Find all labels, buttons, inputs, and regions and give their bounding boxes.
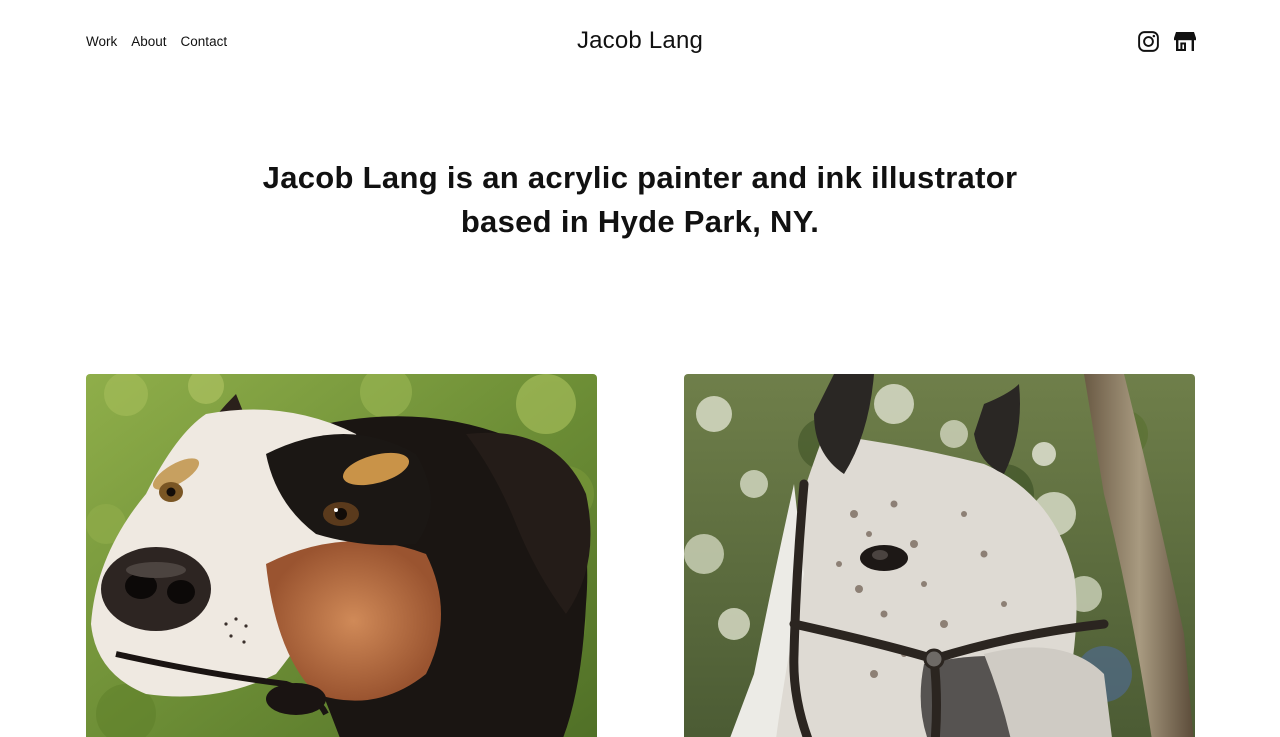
site-title[interactable]: Jacob Lang [577,27,703,54]
dog-painting-image [86,374,597,737]
shop-link[interactable] [1173,30,1196,53]
nav-link-about[interactable]: About [131,34,166,49]
instagram-link[interactable] [1137,30,1160,53]
intro-line-2: based in Hyde Park, NY. [460,204,820,239]
page: Work About Contact Jacob Lang Jacob Lang… [0,0,1280,737]
social-links [1137,30,1196,53]
intro-line-1: Jacob Lang is an acrylic painter and ink… [262,160,1018,195]
gallery-item-dog[interactable] [86,374,597,737]
nav-link-contact[interactable]: Contact [181,34,228,49]
site-header: Work About Contact Jacob Lang [0,0,1280,84]
main-nav: Work About Contact [86,34,227,49]
nav-link-work[interactable]: Work [86,34,117,49]
intro-statement: Jacob Lang is an acrylic painter and ink… [0,156,1280,244]
horse-painting-image [684,374,1195,737]
gallery-item-horse[interactable] [684,374,1195,737]
storefront-icon [1174,32,1196,51]
instagram-icon [1138,31,1159,52]
